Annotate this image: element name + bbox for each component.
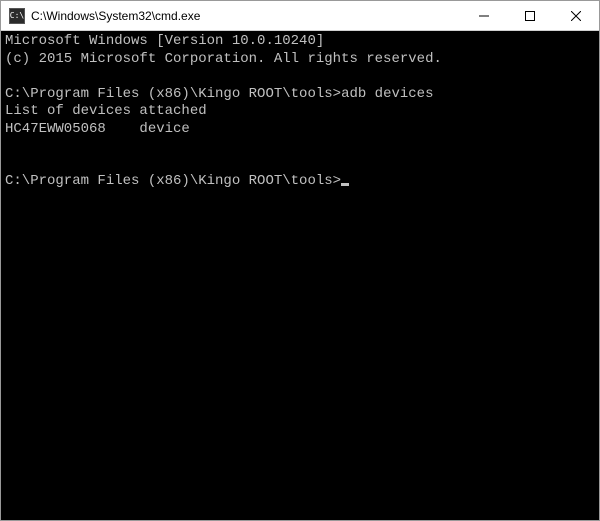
terminal-prompt: C:\Program Files (x86)\Kingo ROOT\tools> — [5, 173, 341, 189]
titlebar[interactable]: C:\ C:\Windows\System32\cmd.exe — [1, 1, 599, 31]
terminal-output: HC47EWW05068 device — [5, 121, 190, 137]
terminal-output: List of devices attached — [5, 103, 207, 119]
terminal-prompt: C:\Program Files (x86)\Kingo ROOT\tools> — [5, 86, 341, 102]
window-controls — [461, 1, 599, 30]
maximize-icon — [525, 11, 535, 21]
close-icon — [571, 11, 581, 21]
minimize-icon — [479, 11, 489, 21]
cursor — [341, 183, 349, 186]
terminal-command: adb devices — [341, 86, 433, 102]
terminal-line: (c) 2015 Microsoft Corporation. All righ… — [5, 51, 442, 67]
window-title: C:\Windows\System32\cmd.exe — [31, 9, 461, 23]
cmd-window: C:\ C:\Windows\System32\cmd.exe Microsof… — [0, 0, 600, 521]
cmd-icon: C:\ — [9, 8, 25, 24]
terminal-area[interactable]: Microsoft Windows [Version 10.0.10240] (… — [1, 31, 599, 520]
close-button[interactable] — [553, 1, 599, 30]
terminal-line: Microsoft Windows [Version 10.0.10240] — [5, 33, 324, 49]
maximize-button[interactable] — [507, 1, 553, 30]
minimize-button[interactable] — [461, 1, 507, 30]
